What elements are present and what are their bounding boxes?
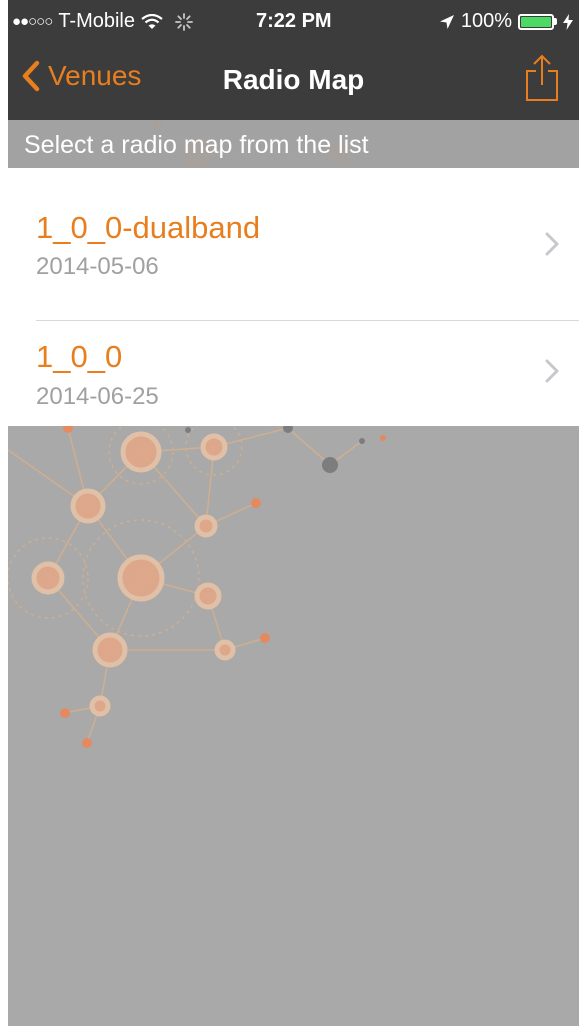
radio-map-list: 1_0_0-dualband 2014-05-06 1_0_0 2014-06-… bbox=[8, 168, 579, 426]
app-screen: ●●○○○ T-Mobile 7:22 PM 100% Venues Radio… bbox=[8, 0, 579, 1026]
radio-map-name: 1_0_0-dualband bbox=[36, 210, 261, 245]
chevron-right-icon bbox=[545, 359, 559, 383]
instruction-banner: Select a radio map from the list bbox=[8, 120, 579, 168]
battery-percent: 100% bbox=[460, 10, 512, 32]
activity-spinner-icon bbox=[175, 12, 193, 31]
status-time: 7:22 PM bbox=[256, 10, 332, 32]
charging-bolt-icon bbox=[563, 13, 573, 30]
carrier-name: T-Mobile bbox=[58, 10, 136, 32]
share-icon bbox=[526, 54, 558, 101]
instruction-text: Select a radio map from the list bbox=[24, 131, 369, 159]
radio-map-date: 2014-05-06 bbox=[36, 253, 159, 280]
wifi-icon bbox=[141, 13, 163, 29]
list-item[interactable]: 1_0_0-dualband 2014-05-06 bbox=[8, 168, 579, 297]
radio-map-date: 2014-06-25 bbox=[36, 383, 159, 410]
location-arrow-icon bbox=[439, 14, 454, 29]
radio-map-name: 1_0_0 bbox=[36, 339, 123, 374]
status-bar: ●●○○○ T-Mobile 7:22 PM 100% bbox=[8, 0, 579, 40]
list-item[interactable]: 1_0_0 2014-06-25 bbox=[8, 321, 579, 426]
chevron-right-icon bbox=[545, 232, 559, 256]
share-button[interactable] bbox=[525, 54, 559, 107]
battery-icon bbox=[518, 13, 554, 30]
signal-strength: ●●○○○ bbox=[12, 13, 53, 30]
navigation-bar: Venues Radio Map bbox=[8, 40, 579, 120]
page-title: Radio Map bbox=[222, 64, 365, 95]
